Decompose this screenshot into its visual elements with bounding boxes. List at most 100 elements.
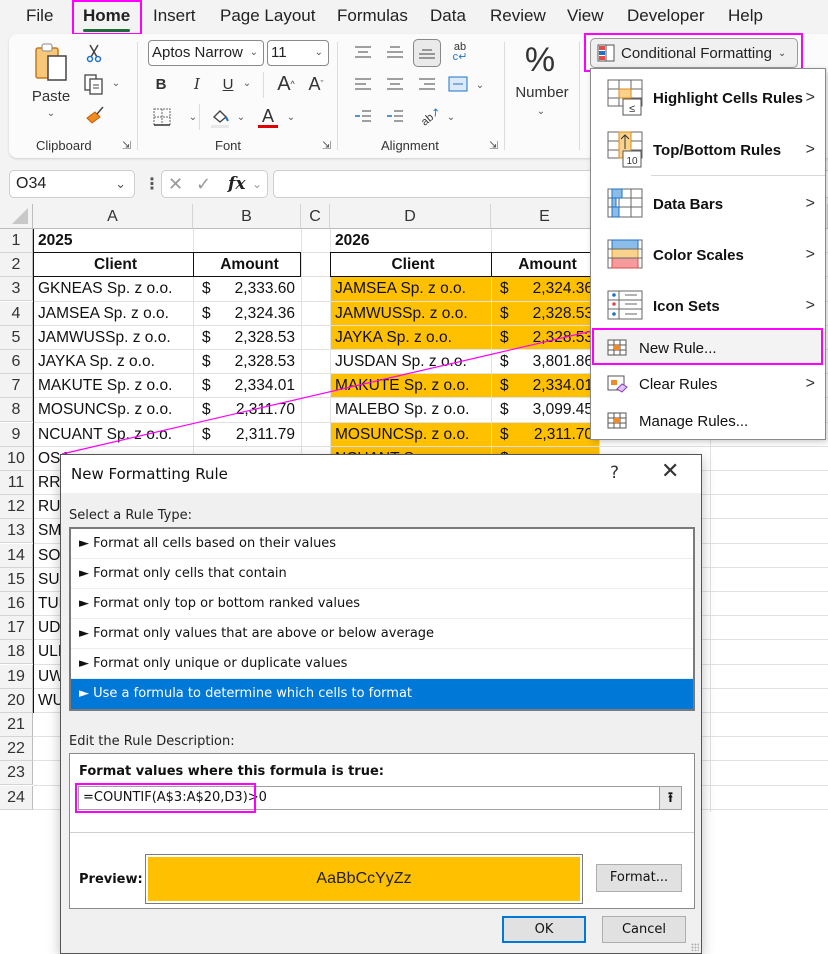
menu-item-clear-rules[interactable]: Clear Rules >: [591, 367, 825, 401]
font-name-select[interactable]: Aptos Narrow ⌄: [148, 40, 264, 66]
rule-type-item-selected[interactable]: ► Use a formula to determine which cells…: [71, 679, 693, 709]
merge-dropdown-icon[interactable]: ⌄: [474, 78, 486, 92]
tab-data[interactable]: Data: [430, 6, 466, 26]
table-2025-title[interactable]: 2025: [34, 229, 193, 252]
row-header[interactable]: 21: [0, 713, 33, 737]
close-icon[interactable]: ✕: [661, 459, 679, 484]
clipboard-launcher-icon[interactable]: ⇲: [122, 139, 131, 152]
row-header[interactable]: 19: [0, 664, 33, 689]
amount-cell-highlighted[interactable]: $2,334.01: [492, 374, 599, 398]
format-painter-icon[interactable]: [83, 104, 107, 126]
amount-cell[interactable]: $2,328.53: [194, 326, 301, 349]
column-header-e[interactable]: E: [491, 204, 599, 229]
underline-button[interactable]: U: [216, 72, 240, 96]
client-cell[interactable]: MOSUNCSp. z o.o.: [34, 398, 193, 421]
table-2026-title[interactable]: 2026: [331, 229, 491, 252]
row-header[interactable]: 1: [0, 229, 33, 253]
align-top-icon[interactable]: [352, 42, 374, 62]
column-header-a[interactable]: A: [33, 204, 193, 229]
rule-type-item[interactable]: ► Format only top or bottom ranked value…: [71, 589, 693, 619]
client-cell[interactable]: MAKUTE Sp. z o.o.: [34, 374, 193, 397]
row-header[interactable]: 17: [0, 616, 33, 641]
alignment-launcher-icon[interactable]: ⇲: [489, 139, 498, 152]
more-options-icon[interactable]: ⋮: [144, 174, 160, 194]
column-header-b[interactable]: B: [193, 204, 301, 229]
font-color-icon[interactable]: A: [255, 104, 281, 130]
amount-cell-highlighted[interactable]: $2,311.70: [492, 422, 599, 446]
amount-cell[interactable]: $2,334.01: [194, 374, 301, 397]
collapse-dialog-icon[interactable]: ⭱: [659, 787, 681, 809]
fill-color-dropdown-icon[interactable]: ⌄: [235, 110, 247, 124]
ok-button[interactable]: OK: [502, 916, 586, 943]
client-cell[interactable]: MALEBO Sp. z o.o.: [331, 398, 491, 421]
row-header[interactable]: 9: [0, 422, 33, 447]
row-header[interactable]: 5: [0, 325, 33, 350]
amount-cell[interactable]: $2,311.79: [194, 423, 301, 446]
tab-help[interactable]: Help: [728, 6, 763, 26]
row-header[interactable]: 7: [0, 374, 33, 399]
row-header[interactable]: 18: [0, 640, 33, 665]
amount-cell[interactable]: $2,324.36: [194, 302, 301, 325]
align-left-icon[interactable]: [352, 74, 374, 94]
number-format-icon[interactable]: %: [517, 40, 563, 80]
rule-type-list[interactable]: ► Format all cells based on their values…: [69, 527, 695, 711]
menu-item-data-bars[interactable]: Data Bars >: [591, 181, 825, 227]
underline-dropdown-icon[interactable]: ⌄: [241, 76, 253, 90]
row-header[interactable]: 20: [0, 688, 33, 713]
client-cell[interactable]: JAMWUSSp. z o.o.: [34, 326, 193, 349]
name-box[interactable]: O34 ⌄: [9, 170, 135, 198]
rule-type-item[interactable]: ► Format only values that are above or b…: [71, 619, 693, 649]
paste-icon[interactable]: [31, 42, 71, 82]
amount-cell-highlighted[interactable]: $2,324.36: [492, 277, 599, 301]
align-right-icon[interactable]: [416, 74, 438, 94]
conditional-formatting-button[interactable]: Conditional Formatting ⌄: [590, 38, 798, 68]
orientation-icon[interactable]: ab↗: [419, 104, 443, 128]
confirm-entry-icon[interactable]: ✓: [196, 174, 211, 195]
row-header[interactable]: 15: [0, 567, 33, 592]
row-header[interactable]: 12: [0, 495, 33, 520]
client-cell-highlighted[interactable]: JAMWUSSp. z o.o.: [331, 301, 491, 325]
font-launcher-icon[interactable]: ⇲: [322, 139, 331, 152]
align-center-icon[interactable]: [384, 74, 406, 94]
resize-grip[interactable]: [691, 943, 699, 951]
merge-center-icon[interactable]: [446, 74, 470, 94]
menu-item-top-bottom-rules[interactable]: 10 Top/Bottom Rules >: [591, 127, 825, 173]
number-dropdown-icon[interactable]: ⌄: [533, 104, 549, 118]
number-format-button[interactable]: Number: [509, 82, 575, 102]
amount-cell[interactable]: $3,801.86: [492, 350, 599, 373]
row-header[interactable]: 10: [0, 446, 33, 471]
bold-button[interactable]: B: [149, 72, 173, 96]
row-header[interactable]: 14: [0, 543, 33, 568]
column-header-amount[interactable]: Amount: [492, 253, 599, 276]
column-header-client[interactable]: Client: [34, 253, 193, 276]
amount-cell[interactable]: $3,099.45: [492, 398, 599, 421]
rule-type-item[interactable]: ► Format only unique or duplicate values: [71, 649, 693, 679]
amount-cell-highlighted[interactable]: $2,328.53: [492, 325, 599, 349]
tab-insert[interactable]: Insert: [153, 6, 196, 26]
row-header[interactable]: 24: [0, 785, 33, 810]
font-color-dropdown-icon[interactable]: ⌄: [285, 110, 297, 124]
rule-type-item[interactable]: ► Format all cells based on their values: [71, 529, 693, 559]
format-button[interactable]: Format...: [596, 864, 682, 892]
decrease-font-size-button[interactable]: Aˇ: [303, 71, 329, 97]
column-header-amount[interactable]: Amount: [194, 253, 301, 276]
row-header[interactable]: 2: [0, 253, 33, 278]
client-cell[interactable]: GKNEAS Sp. z o.o.: [34, 277, 193, 300]
client-cell-highlighted[interactable]: MAKUTE Sp. z o.o.: [331, 374, 491, 398]
row-header[interactable]: 3: [0, 277, 33, 302]
select-all-button[interactable]: [0, 204, 33, 229]
borders-icon[interactable]: [151, 106, 173, 128]
amount-cell[interactable]: $2,328.53: [194, 350, 301, 373]
font-size-select[interactable]: 11 ⌄: [267, 40, 329, 66]
cut-icon[interactable]: [83, 42, 105, 64]
row-header[interactable]: 8: [0, 398, 33, 423]
row-header[interactable]: 23: [0, 761, 33, 786]
tab-home[interactable]: Home: [83, 6, 131, 32]
client-cell[interactable]: JUSDAN Sp. z o.o.: [331, 350, 491, 373]
amount-cell[interactable]: $2,311.70: [194, 398, 301, 421]
tab-developer[interactable]: Developer: [627, 6, 705, 26]
column-header-d[interactable]: D: [330, 204, 491, 229]
cancel-button[interactable]: Cancel: [602, 916, 686, 943]
formula-input-field[interactable]: =COUNTIF(A$3:A$20,D3)>0 ⭱: [78, 786, 682, 810]
increase-font-size-button[interactable]: A ^: [273, 71, 299, 97]
